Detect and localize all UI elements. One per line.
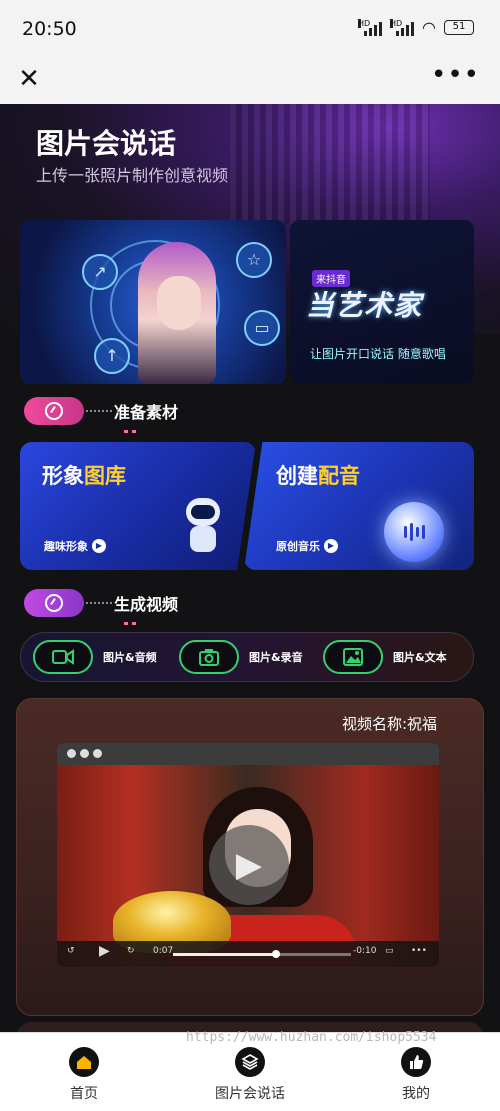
action-image-text[interactable]: 图片&文本 xyxy=(323,637,447,677)
wifi-icon: ◠ xyxy=(422,18,436,37)
page-subtitle: 上传一张照片制作创意视频 xyxy=(36,166,229,185)
chart-icon: ↗ xyxy=(82,254,118,290)
progress-fill xyxy=(173,953,277,956)
generate-pill-icon xyxy=(24,589,84,617)
status-icons: HD HD ◠ 51 xyxy=(358,18,474,37)
portrait-face xyxy=(157,276,201,330)
close-icon[interactable]: ✕ xyxy=(14,64,44,94)
watermark-text: https://www.huzhan.com/ishop5534 xyxy=(186,1030,437,1045)
feature-gallery-sub: 趣味形象 ▶ xyxy=(44,538,106,554)
status-bar: 20:50 HD HD ◠ 51 xyxy=(0,0,500,56)
video-player[interactable]: ▶ ↺ ▶ ↻ 0:07 -0:10 ▭ ••• xyxy=(57,743,439,967)
player-controls: ↺ ▶ ↻ 0:07 -0:10 ▭ ••• xyxy=(57,941,439,967)
banner-subtitle: 让图片开口说话 随意歌唱 xyxy=(310,347,446,361)
tab-talking-image-label: 图片会说话 xyxy=(215,1086,285,1102)
time-current: 0:07 xyxy=(153,946,174,956)
action-label: 图片&录音 xyxy=(249,651,303,664)
forward-icon[interactable]: ↻ xyxy=(127,946,135,956)
action-label: 图片&音频 xyxy=(103,651,157,664)
feature-dub-card[interactable]: 创建配音 原创音乐 ▶ xyxy=(244,442,474,570)
tab-home[interactable]: 首页 xyxy=(24,1047,144,1103)
title-bar: ✕ ••• xyxy=(0,56,500,104)
banner-ai-portrait[interactable]: ↗ ☆ ▭ ↑ xyxy=(20,220,286,384)
feature-gallery-title: 形象图库 xyxy=(42,464,126,488)
signal-icon: HD xyxy=(358,18,383,36)
time-total: -0:10 xyxy=(353,946,377,956)
status-time: 20:50 xyxy=(22,18,77,40)
camera-icon xyxy=(179,640,239,674)
layers-icon xyxy=(235,1047,265,1077)
main-content: 图片会说话 上传一张照片制作创意视频 ↗ ☆ ▭ ↑ 来抖音 当艺术家 让图片开… xyxy=(0,104,500,1032)
thumbs-up-icon xyxy=(401,1047,431,1077)
sound-wave-icon xyxy=(384,502,444,562)
section-generate: 生成视频 xyxy=(24,588,178,625)
tab-home-label: 首页 xyxy=(70,1086,98,1102)
lightbulb-icon: ☆ xyxy=(236,242,272,278)
action-image-record[interactable]: 图片&录音 xyxy=(179,637,303,677)
airplay-icon[interactable]: ▭ xyxy=(385,946,394,956)
banner-artist[interactable]: 来抖音 当艺术家 让图片开口说话 随意歌唱 xyxy=(290,220,474,384)
dash-divider xyxy=(86,410,112,412)
generate-actions: 图片&音频 图片&录音 图片&文本 xyxy=(20,632,474,682)
robot-icon xyxy=(178,498,228,558)
image-icon xyxy=(323,640,383,674)
prepare-pill-icon xyxy=(24,397,84,425)
action-label: 图片&文本 xyxy=(393,651,447,664)
progress-knob[interactable] xyxy=(272,950,281,958)
video-card[interactable]: 视频名称:祝福 ▶ ↺ ▶ ↻ 0:07 -0:10 ▭ ••• xyxy=(16,698,484,1016)
home-icon xyxy=(69,1047,99,1077)
play-icon: ▶ xyxy=(92,539,106,553)
tab-talking-image[interactable]: 图片会说话 xyxy=(190,1047,310,1103)
more-options-icon[interactable]: ••• xyxy=(431,60,480,90)
progress-bar[interactable] xyxy=(173,950,351,958)
player-header xyxy=(57,743,439,765)
video-name: 视频名称:祝福 xyxy=(341,715,437,733)
page-title: 图片会说话 xyxy=(36,127,177,160)
play-icon: ▶ xyxy=(324,539,338,553)
monitor-icon: ▭ xyxy=(244,310,280,346)
play-small-icon[interactable]: ▶ xyxy=(99,943,110,959)
feature-dub-sub: 原创音乐 ▶ xyxy=(276,538,338,554)
feature-gallery-card[interactable]: 形象图库 趣味形象 ▶ xyxy=(20,442,256,570)
tab-mine-label: 我的 xyxy=(402,1086,430,1102)
action-image-audio[interactable]: 图片&音频 xyxy=(33,637,157,677)
video-camera-icon xyxy=(33,640,93,674)
banner-title: 当艺术家 xyxy=(306,289,423,322)
battery-icon: 51 xyxy=(444,20,474,35)
section-prepare: 准备素材 xyxy=(24,396,178,433)
section-generate-label: 生成视频 xyxy=(114,591,178,625)
signal-icon-2: HD xyxy=(390,18,415,36)
tab-mine[interactable]: 我的 xyxy=(356,1047,476,1103)
feature-dub-title: 创建配音 xyxy=(276,464,360,488)
more-icon[interactable]: ••• xyxy=(411,946,427,956)
rewind-icon[interactable]: ↺ xyxy=(67,946,75,956)
section-prepare-label: 准备素材 xyxy=(114,399,178,433)
dash-divider xyxy=(86,602,112,604)
hero-decoration xyxy=(230,104,430,224)
trend-icon: ↑ xyxy=(94,338,130,374)
play-button[interactable]: ▶ xyxy=(209,825,289,905)
